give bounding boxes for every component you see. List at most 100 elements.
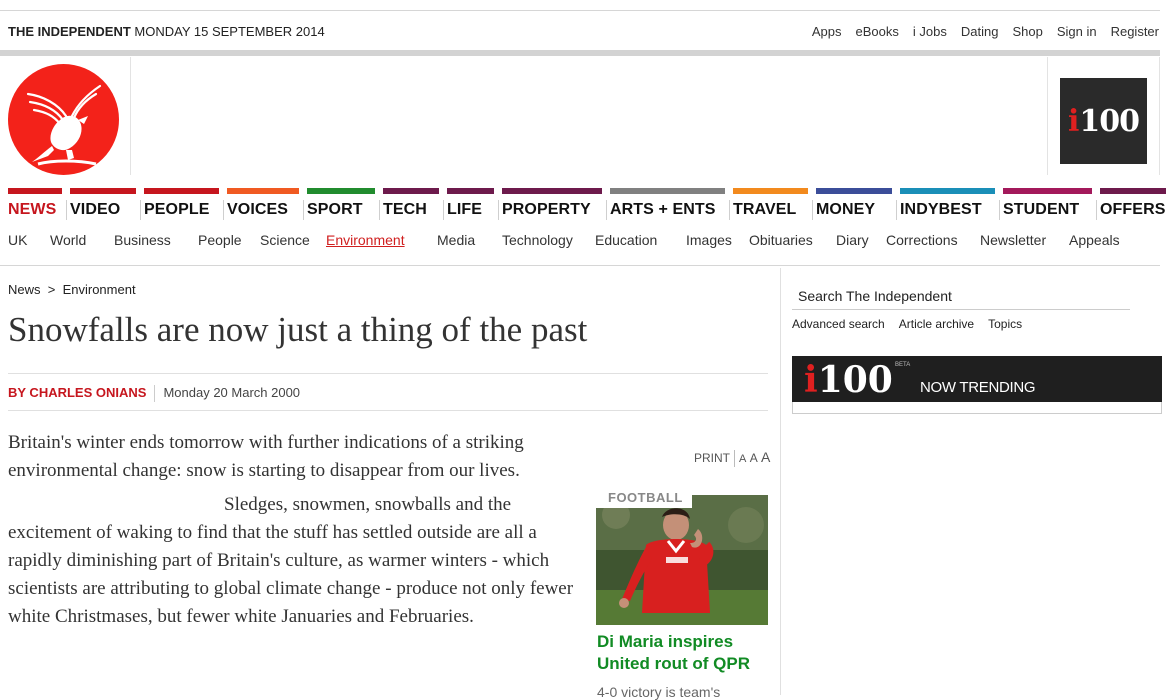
subnav-item-world[interactable]: World xyxy=(50,232,86,248)
headline-divider xyxy=(8,373,768,374)
promo-headline[interactable]: Di Maria inspires United rout of QPR xyxy=(597,631,772,675)
nav-color-bar xyxy=(8,188,62,194)
top-link-ijobs[interactable]: i Jobs xyxy=(913,24,947,39)
i100-logo-i: i xyxy=(1067,103,1080,139)
promo-snippet: 4-0 victory is team's xyxy=(597,684,721,700)
nav-item-student[interactable]: STUDENT xyxy=(1003,188,1097,222)
nav-item-sport[interactable]: SPORT xyxy=(307,188,380,222)
subnav-item-people[interactable]: People xyxy=(198,232,242,248)
nav-color-bar xyxy=(502,188,602,194)
article-archive-link[interactable]: Article archive xyxy=(899,317,974,331)
nav-color-bar xyxy=(227,188,299,194)
independent-eagle-logo[interactable] xyxy=(8,64,119,175)
subnav-item-images[interactable]: Images xyxy=(686,232,732,248)
breadcrumb: News > Environment xyxy=(8,282,136,297)
search-links: Advanced search Article archive Topics xyxy=(792,317,1022,331)
breadcrumb-news[interactable]: News xyxy=(8,282,41,297)
top-link-ebooks[interactable]: eBooks xyxy=(856,24,899,39)
nav-item-arts-ents[interactable]: ARTS + ENTS xyxy=(610,188,730,222)
nav-separator xyxy=(896,200,897,220)
subnav-item-newsletter[interactable]: Newsletter xyxy=(980,232,1046,248)
beta-badge: BETA xyxy=(895,362,911,368)
nav-separator xyxy=(223,200,224,220)
nav-color-bar xyxy=(733,188,808,194)
top-link-register[interactable]: Register xyxy=(1111,24,1159,39)
nav-separator xyxy=(379,200,380,220)
subnav-item-technology[interactable]: Technology xyxy=(502,232,573,248)
nav-item-travel[interactable]: TRAVEL xyxy=(733,188,813,222)
masthead-date: MONDAY 15 SEPTEMBER 2014 xyxy=(134,24,325,39)
nav-item-life[interactable]: LIFE xyxy=(447,188,499,222)
now-trending-box xyxy=(792,402,1162,414)
subnav-item-environment[interactable]: Environment xyxy=(326,232,405,248)
nav-color-bar xyxy=(307,188,375,194)
nav-item-label: TECH xyxy=(383,201,427,218)
top-link-shop[interactable]: Shop xyxy=(1012,24,1042,39)
footballer-photo-icon xyxy=(596,495,768,625)
nav-color-bar xyxy=(900,188,995,194)
nav-item-label: PROPERTY xyxy=(502,201,591,218)
nav-separator xyxy=(1096,200,1097,220)
nav-item-offers[interactable]: OFFERS xyxy=(1100,188,1166,222)
byline-author[interactable]: BY CHARLES ONIANS xyxy=(8,385,146,400)
top-divider xyxy=(0,10,1160,11)
nav-separator xyxy=(303,200,304,220)
print-button[interactable]: PRINT xyxy=(694,451,730,465)
subnav-item-diary[interactable]: Diary xyxy=(836,232,869,248)
i100-trending-logo: i100 xyxy=(804,359,893,401)
topics-link[interactable]: Topics xyxy=(988,317,1022,331)
header-divider-right xyxy=(1047,57,1048,175)
top-link-dating[interactable]: Dating xyxy=(961,24,999,39)
breadcrumb-environment[interactable]: Environment xyxy=(63,282,136,297)
eagle-icon xyxy=(26,84,102,166)
breadcrumb-separator: > xyxy=(47,282,56,297)
i100-logo[interactable]: i 100 xyxy=(1060,78,1147,164)
subnav-item-appeals[interactable]: Appeals xyxy=(1069,232,1120,248)
subnav-item-business[interactable]: Business xyxy=(114,232,171,248)
nav-item-voices[interactable]: VOICES xyxy=(227,188,304,222)
nav-item-label: MONEY xyxy=(816,201,876,218)
subnav-item-uk[interactable]: UK xyxy=(8,232,27,248)
subnav-item-media[interactable]: Media xyxy=(437,232,475,248)
nav-item-label: OFFERS xyxy=(1100,201,1166,218)
subnav-item-obituaries[interactable]: Obituaries xyxy=(749,232,813,248)
nav-color-bar xyxy=(383,188,439,194)
article-body: Britain's winter ends tomorrow with furt… xyxy=(8,429,583,631)
promo-category-tag[interactable]: FOOTBALL xyxy=(596,487,692,508)
nav-color-bar xyxy=(816,188,892,194)
subnav-item-corrections[interactable]: Corrections xyxy=(886,232,958,248)
nav-item-people[interactable]: PEOPLE xyxy=(144,188,224,222)
text-size-small-button[interactable]: A xyxy=(739,453,746,465)
tools-separator xyxy=(734,450,735,468)
masthead: THE INDEPENDENT MONDAY 15 SEPTEMBER 2014 xyxy=(8,24,325,39)
nav-separator xyxy=(443,200,444,220)
nav-item-money[interactable]: MONEY xyxy=(816,188,897,222)
nav-item-video[interactable]: VIDEO xyxy=(70,188,141,222)
search-input[interactable]: Search The Independent xyxy=(798,288,952,304)
article-tools: PRINT A A A xyxy=(694,449,770,468)
subnav-item-education[interactable]: Education xyxy=(595,232,657,248)
nav-item-indybest[interactable]: INDYBEST xyxy=(900,188,1000,222)
nav-divider xyxy=(0,265,1160,266)
nav-separator xyxy=(66,200,67,220)
now-trending-label: NOW TRENDING xyxy=(920,379,1036,396)
top-link-sign-in[interactable]: Sign in xyxy=(1057,24,1097,39)
text-size-large-button[interactable]: A xyxy=(761,449,770,465)
promo-photo[interactable] xyxy=(596,495,768,625)
nav-separator xyxy=(140,200,141,220)
main-nav: NEWS VIDEO PEOPLE VOICES SPORT TECH LIFE PROPER… xyxy=(0,188,1168,222)
top-links: Apps eBooks i Jobs Dating Shop Sign in R… xyxy=(812,24,1159,39)
nav-color-bar xyxy=(447,188,494,194)
nav-separator xyxy=(498,200,499,220)
top-link-apps[interactable]: Apps xyxy=(812,24,842,39)
nav-item-tech[interactable]: TECH xyxy=(383,188,444,222)
now-trending-header[interactable]: i100 BETA NOW TRENDING xyxy=(792,356,1162,402)
byline-date: Monday 20 March 2000 xyxy=(163,385,301,400)
subnav-item-science[interactable]: Science xyxy=(260,232,310,248)
advanced-search-link[interactable]: Advanced search xyxy=(792,317,885,331)
nav-item-property[interactable]: PROPERTY xyxy=(502,188,607,222)
nav-separator xyxy=(812,200,813,220)
nav-color-bar xyxy=(610,188,725,194)
nav-item-news[interactable]: NEWS xyxy=(0,188,67,222)
text-size-medium-button[interactable]: A xyxy=(750,451,758,465)
